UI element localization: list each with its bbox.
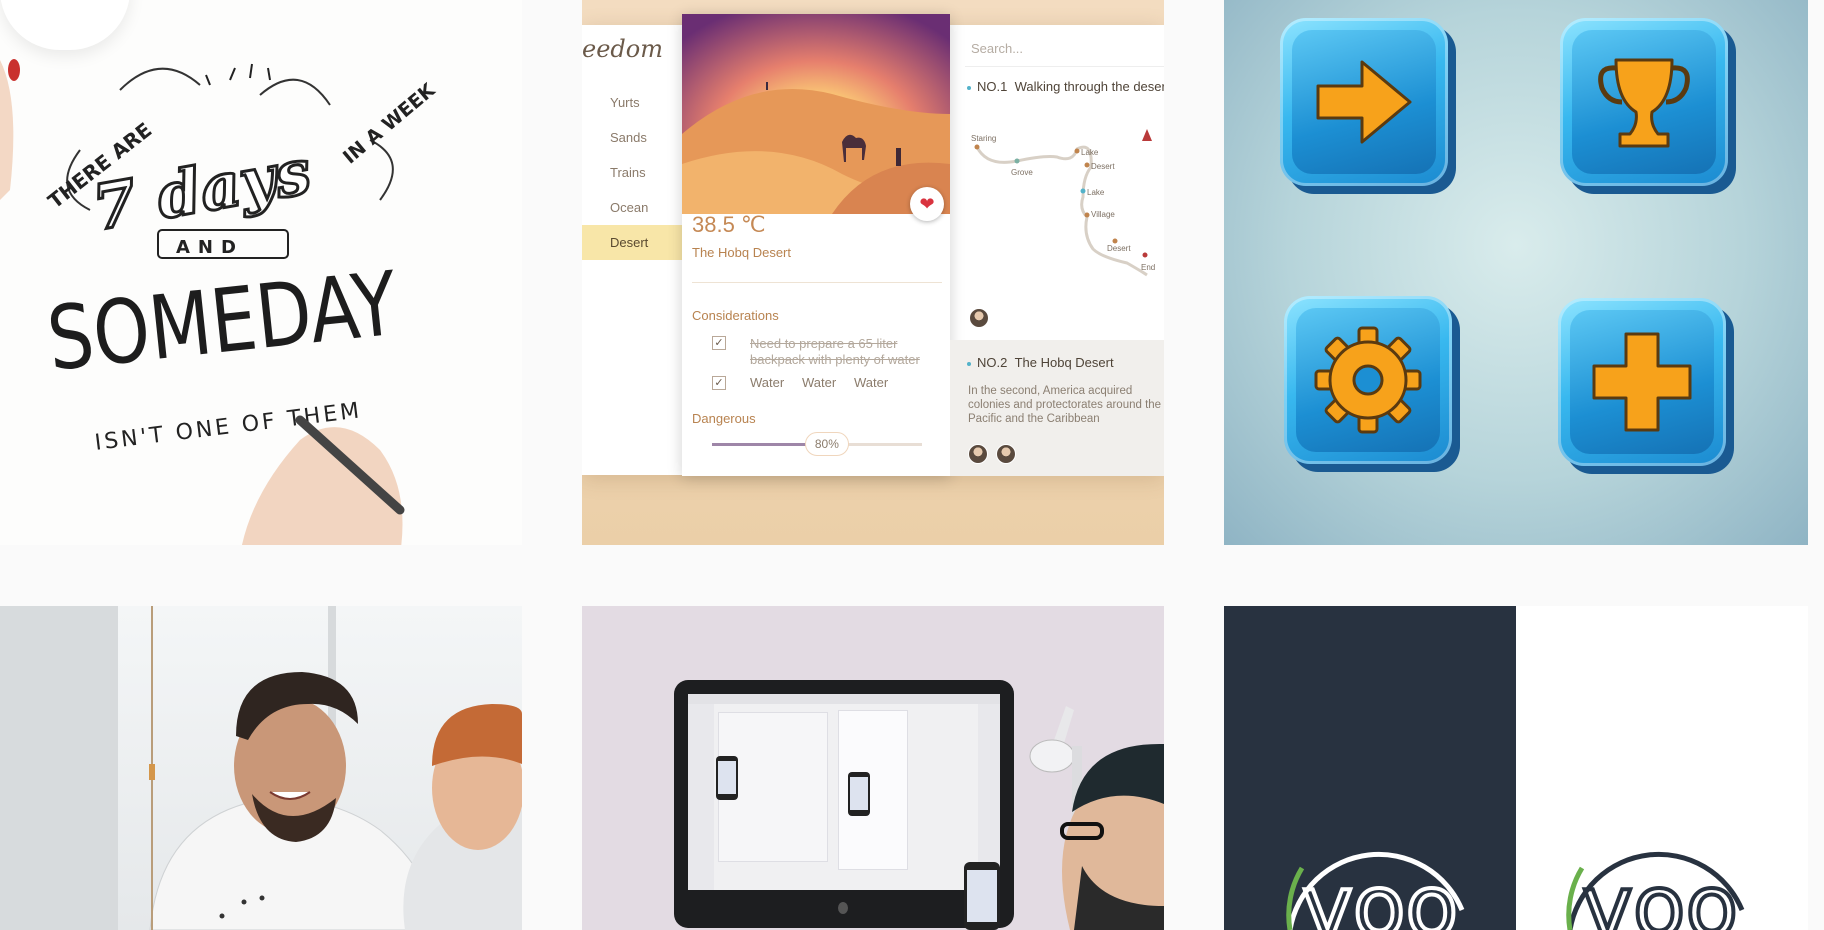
entry-2-text: In the second, America acquired colonies…: [968, 385, 1162, 425]
task-checkbox-2[interactable]: ✓: [712, 376, 726, 390]
place-name: The Hobq Desert: [692, 245, 791, 260]
considerations-heading: Considerations: [692, 308, 779, 323]
task-checkbox-1[interactable]: ✓: [712, 336, 726, 350]
designer-desk-photo[interactable]: [582, 606, 1164, 930]
hand-left: [0, 60, 14, 200]
task-2-item-3: Water: [854, 375, 889, 390]
voo-logo-dark: voo: [1566, 851, 1745, 930]
voo-branding[interactable]: voo voo: [1224, 606, 1808, 930]
trophy-icon: [1598, 58, 1690, 148]
arrow-right-icon: [1316, 60, 1412, 144]
entry-2-title[interactable]: NO.2 The Hobq Desert: [967, 355, 1114, 370]
desert-illustration: [682, 14, 950, 214]
nav-item-desert[interactable]: Desert: [582, 225, 682, 260]
entry-1-title[interactable]: NO.1 Walking through the desert: [967, 79, 1164, 94]
arrow-button[interactable]: [1280, 18, 1456, 194]
task-1: Need to prepare a 65 liter backpack with…: [750, 336, 920, 367]
lettering-and: AND: [176, 237, 244, 258]
lettering-artwork: THERE ARE 7 days IN A WEEK AND SOMEDAY I…: [0, 59, 440, 545]
avatar[interactable]: [969, 308, 989, 328]
trophy-button[interactable]: [1560, 18, 1736, 194]
people: [149, 606, 522, 930]
nav-item-ocean[interactable]: Ocean: [582, 190, 682, 225]
lettering-photo[interactable]: THERE ARE 7 days IN A WEEK AND SOMEDAY I…: [0, 0, 522, 545]
svg-text:voo: voo: [1302, 857, 1458, 930]
destination-card: ❤ 38.5 ℃ The Hobq Desert Considerations …: [682, 14, 950, 476]
lettering-someday: SOMEDAY: [43, 252, 402, 391]
gear-icon: [1314, 326, 1422, 434]
favorite-heart-icon[interactable]: ❤: [910, 187, 944, 221]
avatar[interactable]: [968, 444, 988, 464]
voo-logo-light: voo: [1286, 851, 1465, 930]
svg-text:Desert: Desert: [1091, 162, 1115, 171]
svg-text:End: End: [1141, 263, 1155, 272]
svg-text:Village: Village: [1091, 210, 1115, 219]
task-2-item-1: Water: [750, 375, 785, 390]
compass-icon: [1142, 129, 1152, 141]
nav-item-trains[interactable]: Trains: [582, 155, 682, 190]
game-icons-shot[interactable]: [1224, 0, 1808, 545]
temperature: 38.5 ℃: [692, 212, 766, 237]
danger-slider[interactable]: 80%: [712, 432, 922, 456]
svg-text:Desert: Desert: [1107, 244, 1131, 253]
search-input[interactable]: Search...: [965, 31, 1164, 67]
plus-icon: [1592, 332, 1692, 432]
avatar[interactable]: [996, 444, 1016, 464]
slider-value[interactable]: 80%: [804, 432, 849, 456]
svg-text:Grove: Grove: [1011, 168, 1033, 177]
svg-text:voo: voo: [1582, 857, 1738, 930]
add-button[interactable]: [1558, 298, 1734, 474]
svg-text:Staring: Staring: [971, 134, 996, 143]
team-photo[interactable]: [0, 606, 522, 930]
route-map: Staring Grove Lake Desert Lake Village D…: [971, 129, 1155, 277]
svg-text:Lake: Lake: [1087, 188, 1105, 197]
settings-button[interactable]: [1284, 296, 1460, 472]
desert-app-shot[interactable]: eedom Yurts Sands Trains Ocean Desert ❤ …: [582, 0, 1164, 545]
task-2-item-2: Water: [802, 375, 837, 390]
nav-item-sands[interactable]: Sands: [582, 120, 682, 155]
voo-logos: voo voo: [1286, 851, 1745, 930]
dangerous-heading: Dangerous: [692, 411, 756, 426]
app-brand: eedom: [582, 35, 663, 63]
person-and-lamp: [1029, 706, 1164, 930]
nav-item-yurts[interactable]: Yurts: [582, 85, 682, 120]
app-window: eedom Yurts Sands Trains Ocean Desert ❤ …: [582, 14, 1164, 476]
sidebar-nav: Yurts Sands Trains Ocean Desert: [582, 85, 682, 260]
svg-text:Lake: Lake: [1081, 148, 1099, 157]
